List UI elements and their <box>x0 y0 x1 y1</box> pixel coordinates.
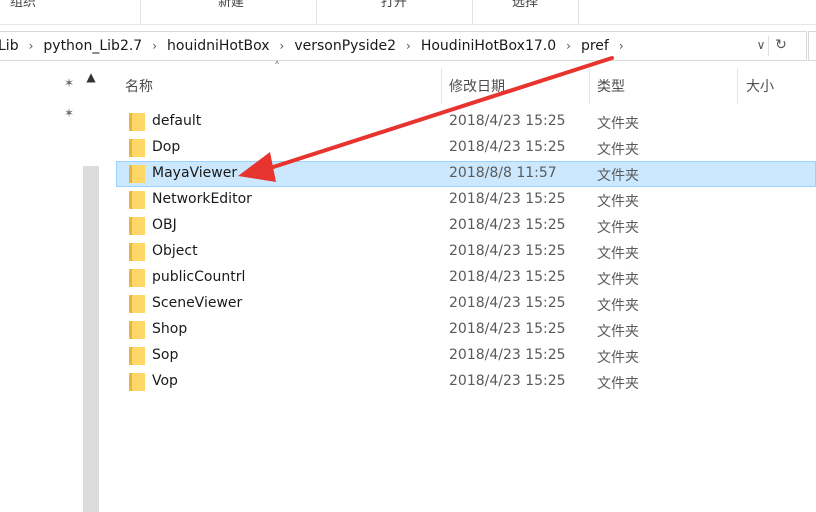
ribbon-group-label: 打开 <box>380 0 407 10</box>
file-date: 2018/4/23 15:25 <box>449 295 566 311</box>
chevron-right-icon[interactable]: › <box>280 39 285 53</box>
column-header: ˄ 名称 修改日期 类型 大小 <box>108 60 816 106</box>
file-date: 2018/4/23 15:25 <box>449 243 566 259</box>
file-name: Vop <box>152 373 178 389</box>
file-date: 2018/4/23 15:25 <box>449 113 566 129</box>
file-type: 文件夹 <box>597 298 639 314</box>
ribbon-group-label: 组织 <box>10 0 37 10</box>
file-type: 文件夹 <box>597 350 639 366</box>
file-type: 文件夹 <box>597 116 639 132</box>
file-date: 2018/4/23 15:25 <box>449 321 566 337</box>
table-row[interactable]: Dop 2018/4/23 15:25 文件夹 <box>116 135 816 161</box>
file-type: 文件夹 <box>597 168 639 184</box>
table-row-selected[interactable]: MayaViewer 2018/8/8 11:57 文件夹 <box>116 161 816 187</box>
breadcrumb-item[interactable]: houidniHotBox <box>165 38 271 54</box>
chevron-right-icon[interactable]: › <box>619 39 624 53</box>
folder-icon <box>129 113 145 131</box>
folder-icon <box>129 243 145 261</box>
file-name: MayaViewer <box>152 165 238 181</box>
breadcrumb-item[interactable]: versonPyside2 <box>292 38 398 54</box>
file-name: Dop <box>152 139 181 155</box>
refresh-icon[interactable]: ↻ <box>772 37 790 55</box>
breadcrumb-item[interactable]: Lib <box>0 38 21 54</box>
folder-icon <box>129 139 145 157</box>
file-type: 文件夹 <box>597 194 639 210</box>
folder-icon <box>129 165 145 183</box>
file-name: publicCountrl <box>152 269 246 285</box>
file-explorer-window: 组织 新建 打开 选择 Lib › python_Lib2.7 › houidn… <box>0 0 816 512</box>
file-name: default <box>152 113 202 129</box>
table-row[interactable]: default 2018/4/23 15:25 文件夹 <box>116 109 816 135</box>
sort-up-icon: ˄ <box>274 60 280 74</box>
nav-scrollbar[interactable] <box>83 166 99 512</box>
ribbon-group-organize[interactable]: 组织 <box>0 0 141 24</box>
table-row[interactable]: Vop 2018/4/23 15:25 文件夹 <box>116 369 816 395</box>
column-header-size[interactable]: 大小 <box>746 76 774 96</box>
file-name: SceneViewer <box>152 295 243 311</box>
chevron-right-icon[interactable]: › <box>152 39 157 53</box>
file-name: Shop <box>152 321 188 337</box>
ribbon-group-label: 选择 <box>511 0 538 10</box>
file-date: 2018/4/23 15:25 <box>449 347 566 363</box>
chevron-right-icon[interactable]: › <box>29 39 34 53</box>
table-row[interactable]: Object 2018/4/23 15:25 文件夹 <box>116 239 816 265</box>
file-name: Sop <box>152 347 179 363</box>
column-divider[interactable] <box>589 68 590 104</box>
folder-icon <box>129 217 145 235</box>
file-type: 文件夹 <box>597 376 639 392</box>
file-type: 文件夹 <box>597 246 639 262</box>
table-row[interactable]: Sop 2018/4/23 15:25 文件夹 <box>116 343 816 369</box>
column-header-type[interactable]: 类型 <box>597 76 625 96</box>
file-date: 2018/8/8 11:57 <box>449 165 557 181</box>
column-header-name[interactable]: 名称 <box>125 76 153 96</box>
chevron-right-icon[interactable]: › <box>406 39 411 53</box>
ribbon-group-open[interactable]: 打开 <box>316 0 473 24</box>
breadcrumb-item[interactable]: python_Lib2.7 <box>41 38 144 54</box>
breadcrumb-item[interactable]: HoudiniHotBox17.0 <box>419 38 558 54</box>
address-divider <box>768 36 769 56</box>
chevron-down-icon[interactable]: ∨ <box>754 38 768 54</box>
table-row[interactable]: publicCountrl 2018/4/23 15:25 文件夹 <box>116 265 816 291</box>
file-name: OBJ <box>152 217 177 233</box>
breadcrumb: Lib › python_Lib2.7 › houidniHotBox › ve… <box>0 32 632 60</box>
pin-icon[interactable]: ✶ <box>62 106 76 120</box>
column-divider[interactable] <box>737 68 738 104</box>
file-type: 文件夹 <box>597 142 639 158</box>
search-box[interactable] <box>808 31 816 61</box>
table-row[interactable]: SceneViewer 2018/4/23 15:25 文件夹 <box>116 291 816 317</box>
file-date: 2018/4/23 15:25 <box>449 191 566 207</box>
file-type: 文件夹 <box>597 220 639 236</box>
table-row[interactable]: OBJ 2018/4/23 15:25 文件夹 <box>116 213 816 239</box>
scroll-up-icon[interactable]: ▲ <box>84 70 98 84</box>
file-type: 文件夹 <box>597 324 639 340</box>
file-date: 2018/4/23 15:25 <box>449 269 566 285</box>
table-row[interactable]: Shop 2018/4/23 15:25 文件夹 <box>116 317 816 343</box>
table-row[interactable]: NetworkEditor 2018/4/23 15:25 文件夹 <box>116 187 816 213</box>
column-divider[interactable] <box>441 68 442 104</box>
file-type: 文件夹 <box>597 272 639 288</box>
file-name: NetworkEditor <box>152 191 252 207</box>
folder-icon <box>129 373 145 391</box>
file-date: 2018/4/23 15:25 <box>449 139 566 155</box>
address-bar[interactable]: Lib › python_Lib2.7 › houidniHotBox › ve… <box>0 31 807 61</box>
ribbon: 组织 新建 打开 选择 <box>0 0 816 25</box>
folder-icon <box>129 269 145 287</box>
ribbon-group-select[interactable]: 选择 <box>472 0 579 24</box>
file-date: 2018/4/23 15:25 <box>449 217 566 233</box>
folder-icon <box>129 347 145 365</box>
folder-icon <box>129 191 145 209</box>
file-name: Object <box>152 243 198 259</box>
breadcrumb-item[interactable]: pref <box>579 38 611 54</box>
ribbon-group-new[interactable]: 新建 <box>146 0 317 24</box>
folder-icon <box>129 321 145 339</box>
pin-icon[interactable]: ✶ <box>62 76 76 90</box>
column-header-date[interactable]: 修改日期 <box>449 76 505 96</box>
file-date: 2018/4/23 15:25 <box>449 373 566 389</box>
navigation-pane: ✶ ▲ ✶ <box>0 62 100 512</box>
folder-icon <box>129 295 145 313</box>
ribbon-group-label: 新建 <box>217 0 244 10</box>
file-list: default 2018/4/23 15:25 文件夹 Dop 2018/4/2… <box>116 109 816 395</box>
chevron-right-icon[interactable]: › <box>566 39 571 53</box>
